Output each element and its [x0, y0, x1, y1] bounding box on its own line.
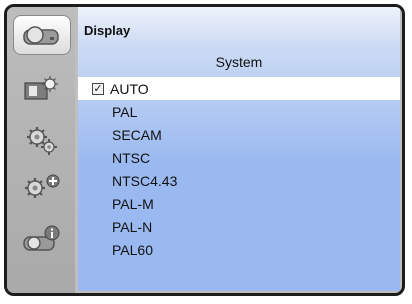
sidebar-item-settings[interactable] [13, 121, 71, 161]
option-label: AUTO [110, 80, 149, 97]
option-label: NTSC [112, 149, 151, 166]
option-label: NTSC4.43 [112, 172, 178, 189]
settings-gear-icon [27, 127, 57, 155]
title-bar: Display [78, 7, 400, 51]
option-pal[interactable]: PAL [78, 100, 400, 123]
option-pal-m[interactable]: PAL-M [78, 192, 400, 215]
checkbox-checked-icon: ✓ [92, 82, 104, 95]
page-title: Display [84, 23, 131, 38]
sidebar-item-extended[interactable] [13, 167, 71, 207]
sidebar-item-display[interactable] [13, 15, 71, 55]
display-icon [23, 26, 59, 45]
sidebar-item-picture[interactable] [13, 69, 71, 109]
option-label: PAL60 [112, 241, 153, 258]
extended-settings-icon [25, 174, 60, 198]
option-label: PAL [112, 103, 138, 120]
option-pal60[interactable]: PAL60 [78, 238, 400, 261]
information-icon [23, 225, 60, 251]
sidebar [7, 7, 75, 293]
option-label: SECAM [112, 126, 162, 143]
system-options-list: ✓ AUTO PAL SECAM NTSC NTSC4.43 PAL-M PAL… [78, 77, 400, 261]
sidebar-item-information[interactable] [13, 219, 71, 259]
option-label: PAL-N [112, 218, 153, 235]
menu-window: Display System ✓ AUTO PAL SECAM NTSC NTS… [4, 4, 405, 296]
section-title: System [215, 54, 263, 70]
picture-adjust-icon [24, 76, 58, 100]
display-panel: Display System ✓ AUTO PAL SECAM NTSC NTS… [78, 7, 400, 291]
option-ntsc[interactable]: NTSC [78, 146, 400, 169]
option-pal-n[interactable]: PAL-N [78, 215, 400, 238]
option-ntsc443[interactable]: NTSC4.43 [78, 169, 400, 192]
option-label: PAL-M [112, 195, 154, 212]
option-auto[interactable]: ✓ AUTO [78, 77, 400, 100]
option-secam[interactable]: SECAM [78, 123, 400, 146]
